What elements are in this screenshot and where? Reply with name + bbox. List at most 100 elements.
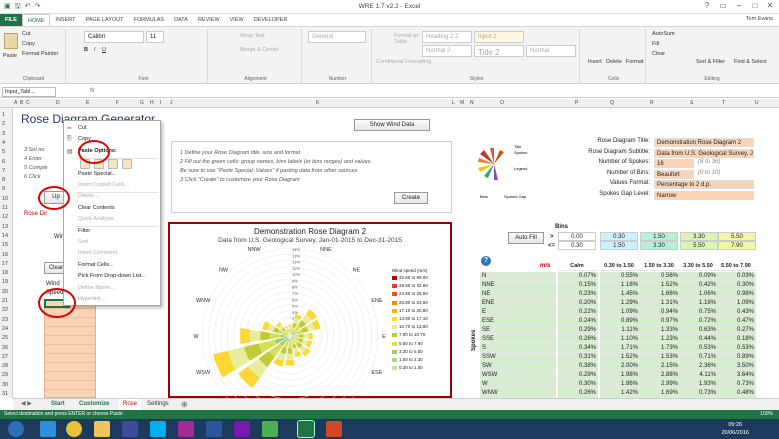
bin-upper-cell[interactable]: 0.30 (558, 241, 596, 250)
cut-button[interactable]: Cut (22, 31, 31, 37)
row-header[interactable]: 17 (2, 261, 8, 267)
spoke-value-cell[interactable]: 0.63% (680, 326, 718, 335)
format-cells-button[interactable]: Format (626, 59, 643, 65)
spoke-value-cell[interactable]: 1.31% (640, 299, 680, 308)
spoke-value-cell[interactable]: 1.73% (640, 344, 680, 353)
spoke-value-cell[interactable]: 0.29% (558, 371, 598, 380)
bin-upper-cell[interactable]: 5.50 (680, 241, 718, 250)
spoke-value-cell[interactable]: 1.71% (600, 344, 640, 353)
spoke-direction-cell[interactable]: SSE (480, 335, 556, 344)
spoke-value-cell[interactable]: 0.44% (680, 335, 718, 344)
font-name-select[interactable]: Calibri (84, 31, 144, 43)
number-format-select[interactable]: General (308, 31, 366, 43)
underline-button[interactable]: U (102, 47, 106, 53)
spoke-value-cell[interactable]: 0.15% (558, 281, 598, 290)
row-header[interactable]: 7 (2, 168, 5, 174)
tab-scroll-left-icon[interactable]: ◀ ▶ (17, 399, 36, 410)
spoke-value-cell[interactable]: 3.50% (718, 362, 756, 371)
sort-filter-button[interactable]: Sort & Filter (696, 59, 725, 65)
ribbon-options-icon[interactable]: ▭ (716, 1, 730, 10)
row-header[interactable]: 20 (2, 289, 8, 295)
style-normal-2[interactable]: Normal 2 (422, 45, 472, 57)
bin-upper-cell[interactable]: 1.50 (600, 241, 638, 250)
spoke-value-cell[interactable]: 0.38% (558, 362, 598, 371)
spoke-direction-cell[interactable]: N (480, 272, 556, 281)
app-icon[interactable] (122, 421, 138, 437)
spoke-value-cell[interactable]: 1.09% (600, 308, 640, 317)
spoke-value-cell[interactable]: 1.11% (600, 326, 640, 335)
spoke-value-cell[interactable]: 1.52% (640, 281, 680, 290)
spoke-value-cell[interactable]: 3.64% (718, 371, 756, 380)
spoke-value-cell[interactable]: 0.42% (680, 281, 718, 290)
onenote-icon[interactable] (178, 421, 194, 437)
row-header[interactable]: 25 (2, 335, 8, 341)
row-header[interactable]: 2 (2, 121, 5, 127)
row-header[interactable]: 9 (2, 186, 5, 192)
create-button[interactable]: Create (394, 192, 428, 204)
rose-diagram-chart[interactable]: Demonstration Rose Diagram 2 Data from U… (168, 222, 452, 398)
spoke-value-cell[interactable]: 0.55% (600, 272, 640, 281)
formula-input[interactable] (104, 87, 774, 97)
conditional-formatting-button[interactable]: Conditional Formatting (376, 59, 431, 65)
bold-button[interactable]: B (84, 47, 88, 53)
spoke-direction-cell[interactable]: W (480, 380, 556, 389)
row-header[interactable]: 18 (2, 270, 8, 276)
column-header[interactable]: J (170, 100, 173, 106)
tab-page-layout[interactable]: PAGE LAYOUT (81, 14, 129, 26)
context-menu-item[interactable]: Cut (78, 125, 87, 131)
column-header[interactable]: E (86, 100, 89, 106)
format-painter-button[interactable]: Format Painter (22, 51, 58, 57)
minimize-button[interactable]: – (732, 1, 746, 10)
context-menu-item[interactable]: Clear Contents (78, 205, 115, 211)
spoke-value-cell[interactable]: 0.72% (680, 317, 718, 326)
insert-cells-button[interactable]: Insert (588, 59, 602, 65)
spoke-direction-cell[interactable]: WSW (480, 371, 556, 380)
spoke-value-cell[interactable]: 1.09% (718, 299, 756, 308)
style-input-2[interactable]: Input 2 (474, 31, 524, 43)
spoke-value-cell[interactable]: 0.53% (680, 344, 718, 353)
spoke-value-cell[interactable]: 1.18% (680, 299, 718, 308)
sheet-tab-settings[interactable]: Settings (143, 399, 173, 410)
bin-lower-cell[interactable]: 3.30 (680, 232, 718, 241)
context-menu-item[interactable]: Sort (78, 239, 88, 245)
user-name[interactable]: Tom Evans (746, 16, 773, 22)
context-menu-item[interactable]: Pick From Drop-down List... (78, 273, 146, 279)
row-header[interactable]: 29 (2, 372, 8, 378)
copy-button[interactable]: Copy (22, 41, 35, 47)
tab-review[interactable]: REVIEW (193, 14, 225, 26)
bin-upper-cell[interactable]: 3.30 (640, 241, 678, 250)
spoke-value-cell[interactable]: 2.15% (640, 362, 680, 371)
column-header[interactable]: I (160, 100, 161, 106)
ie-icon[interactable] (40, 421, 56, 437)
bin-upper-cell[interactable]: 7.90 (718, 241, 756, 250)
spoke-value-cell[interactable]: 1.52% (600, 353, 640, 362)
spoke-direction-cell[interactable]: SSW (480, 353, 556, 362)
row-header[interactable]: 26 (2, 345, 8, 351)
spoke-value-cell[interactable]: 1.53% (640, 353, 680, 362)
app2-icon[interactable] (262, 421, 278, 437)
spoke-value-cell[interactable]: 0.89% (600, 317, 640, 326)
column-header[interactable]: F (116, 100, 119, 106)
context-menu-item[interactable]: Quick Analysis (78, 216, 114, 222)
row-header[interactable]: 15 (2, 242, 8, 248)
spoke-value-cell[interactable]: 1.66% (640, 290, 680, 299)
column-header[interactable]: H (150, 100, 154, 106)
chrome-icon[interactable] (66, 421, 82, 437)
spoke-value-cell[interactable]: 1.45% (600, 290, 640, 299)
row-header[interactable]: 31 (2, 391, 8, 397)
close-button[interactable]: ✕ (763, 1, 777, 10)
explorer-icon[interactable] (94, 421, 110, 437)
spoke-value-cell[interactable]: 1.18% (600, 281, 640, 290)
spoke-value-cell[interactable]: 0.30% (558, 380, 598, 389)
tab-home[interactable]: HOME (21, 13, 51, 27)
context-menu-item[interactable]: Hyperlink... (78, 296, 106, 302)
sheet-tab-start[interactable]: Start (47, 399, 69, 410)
spoke-value-cell[interactable]: 2.88% (640, 371, 680, 380)
onenote2-icon[interactable] (234, 421, 250, 437)
auto-fill-button[interactable]: Auto Fill (508, 232, 544, 244)
spoke-value-cell[interactable]: 1.10% (600, 335, 640, 344)
spoke-value-cell[interactable]: 0.89% (718, 353, 756, 362)
column-header[interactable]: D (56, 100, 60, 106)
spoke-direction-cell[interactable]: SE (480, 326, 556, 335)
spoke-value-cell[interactable]: 4.11% (680, 371, 718, 380)
